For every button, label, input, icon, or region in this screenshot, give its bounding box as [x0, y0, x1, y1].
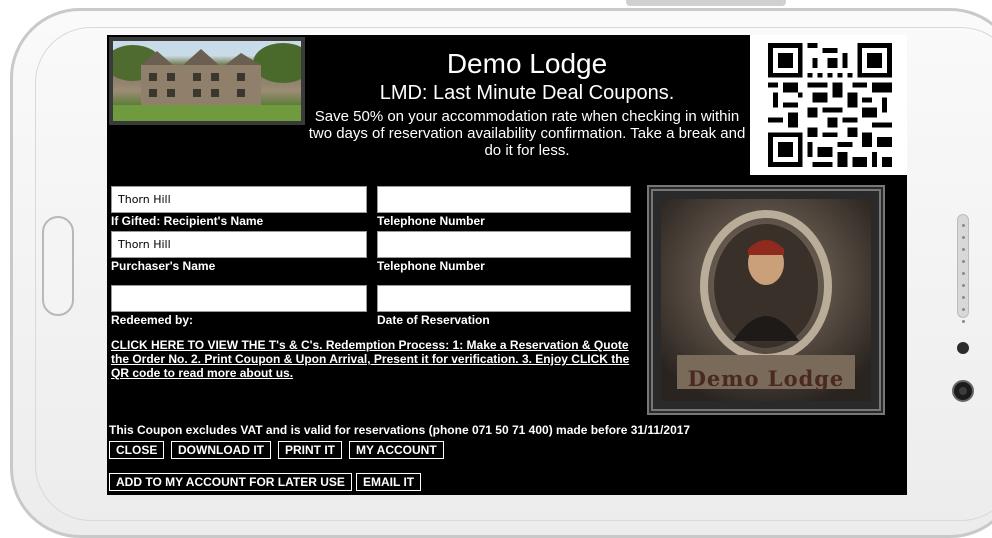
- add-to-account-button[interactable]: ADD TO MY ACCOUNT FOR LATER USE: [109, 473, 352, 491]
- recipient-phone-input[interactable]: [377, 186, 631, 213]
- redeemed-by-label: Redeemed by:: [111, 313, 194, 327]
- download-button[interactable]: DOWNLOAD IT: [171, 441, 271, 459]
- close-button[interactable]: CLOSE: [109, 441, 165, 459]
- purchaser-phone-label: Telephone Number: [377, 259, 485, 273]
- coupon-description: Save 50% on your accommodation rate when…: [308, 108, 746, 159]
- reservation-date-input[interactable]: [377, 285, 631, 312]
- coupon-header: Demo Lodge LMD: Last Minute Deal Coupons…: [307, 47, 747, 159]
- print-button[interactable]: PRINT IT: [278, 441, 342, 459]
- coupon-screen: Demo Lodge LMD: Last Minute Deal Coupons…: [107, 35, 907, 495]
- lodge-title: Demo Lodge: [446, 48, 608, 79]
- qr-code[interactable]: [750, 35, 907, 175]
- recipient-name-input[interactable]: Thorn Hill: [111, 186, 367, 213]
- my-account-button[interactable]: MY ACCOUNT: [349, 441, 444, 459]
- redeemed-by-input[interactable]: [111, 285, 367, 312]
- recipient-phone-label: Telephone Number: [377, 214, 485, 228]
- purchaser-name-input[interactable]: Thorn Hill: [111, 231, 367, 258]
- front-camera: [952, 380, 974, 402]
- lodge-photo: [109, 37, 305, 125]
- proximity-sensor: [957, 342, 969, 354]
- home-button[interactable]: [42, 216, 74, 316]
- recipient-name-label: If Gifted: Recipient's Name: [111, 214, 264, 228]
- terms-link[interactable]: CLICK HERE TO VIEW THE T's & C's. Redemp…: [111, 338, 631, 380]
- reservation-date-label: Date of Reservation: [377, 313, 490, 327]
- email-button[interactable]: EMAIL IT: [356, 473, 422, 491]
- purchaser-phone-input[interactable]: [377, 231, 631, 258]
- speaker-grille: [957, 214, 969, 323]
- validity-note: This Coupon excludes VAT and is valid fo…: [109, 423, 691, 437]
- purchaser-name-label: Purchaser's Name: [111, 259, 216, 273]
- coupon-subtitle: LMD: Last Minute Deal Coupons.: [379, 82, 675, 104]
- portrait-caption: Demo Lodge: [687, 366, 845, 391]
- phone-top-button: [626, 0, 786, 6]
